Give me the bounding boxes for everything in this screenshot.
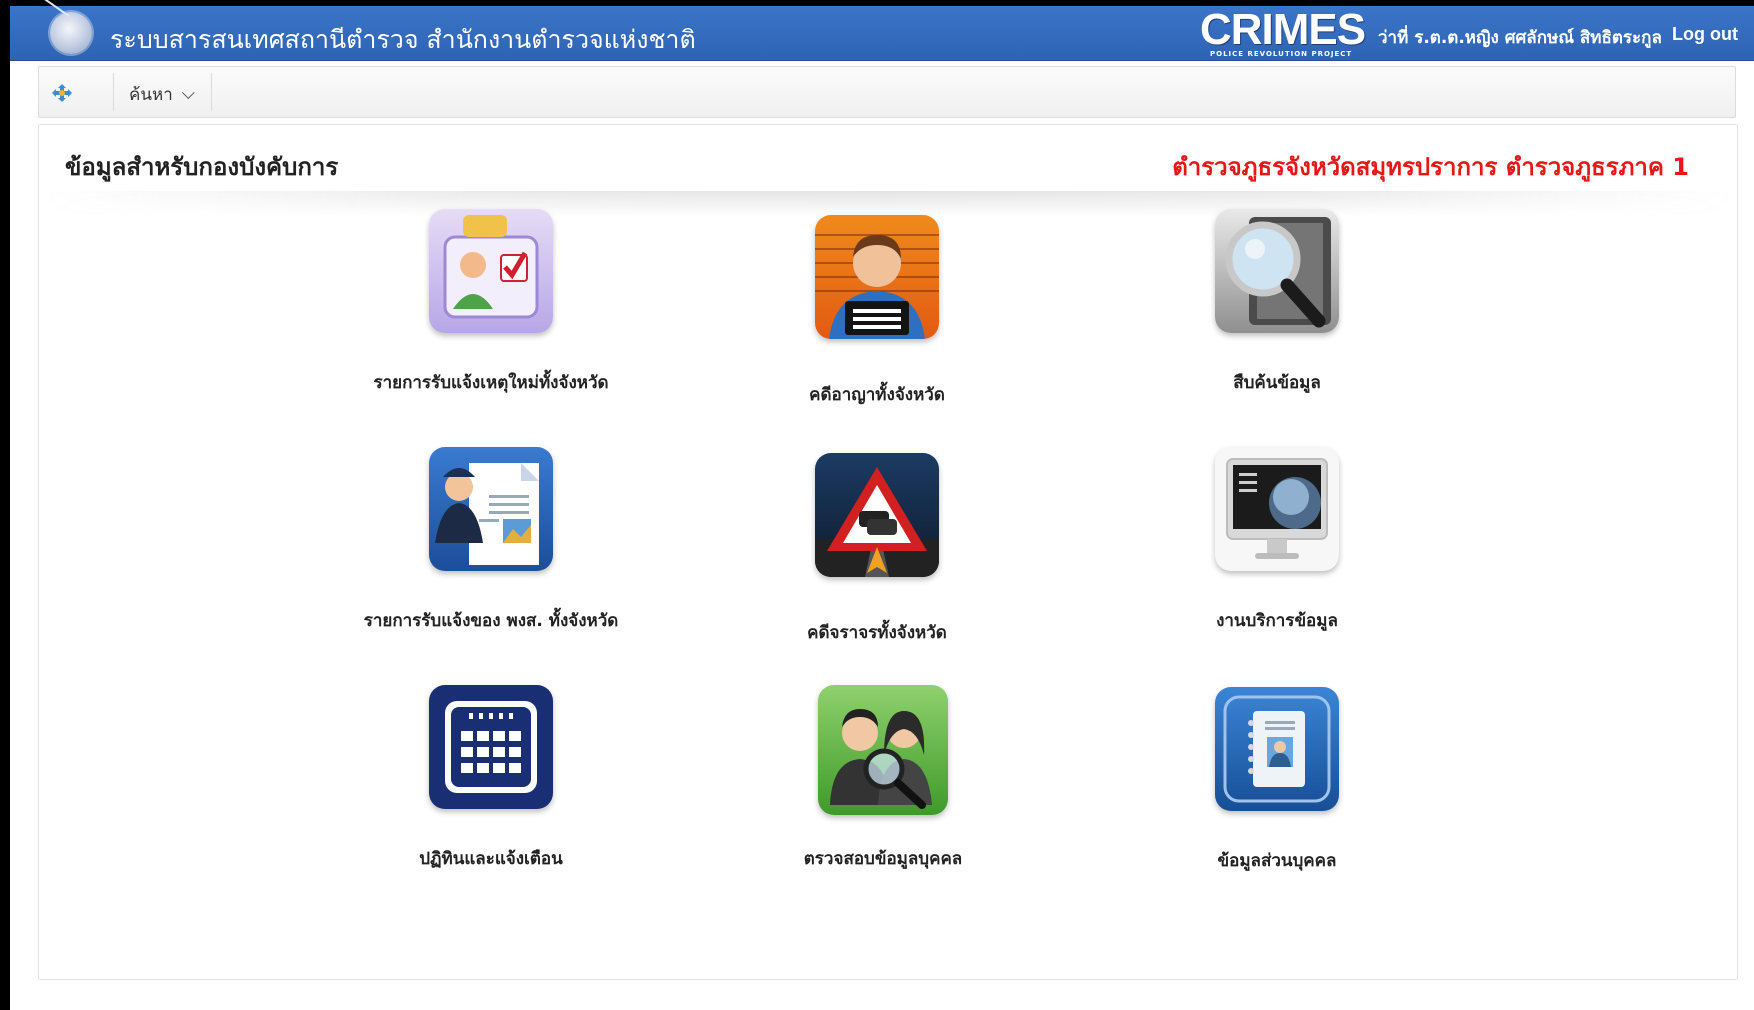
brand-subtitle: POLICE REVOLUTION PROJECT (1210, 50, 1353, 58)
tile-label: สืบค้นข้อมูล (1233, 373, 1321, 393)
tile-person-check[interactable]: ตรวจสอบข้อมูลบุคคล (713, 685, 1053, 872)
app-title: ระบบสารสนเทศสถานีตำรวจ สำนักงานตำรวจแห่ง… (110, 25, 696, 54)
main-panel: ข้อมูลสำหรับกองบังคับการ ตำรวจภูธรจังหวั… (38, 124, 1738, 980)
nav-separator (113, 73, 114, 111)
tile-personal-info[interactable]: ข้อมูลส่วนบุคคล (1107, 687, 1447, 874)
tile-label: ตรวจสอบข้อมูลบุคคล (803, 849, 963, 869)
tile-label: ข้อมูลส่วนบุคคล (1217, 851, 1337, 871)
tile-label: รายการรับแจ้งของ พงส. ทั้งจังหวัด (363, 611, 619, 631)
window-frame-left (0, 0, 10, 1010)
computer-monitor-icon (1215, 447, 1339, 571)
nav-separator (211, 73, 212, 111)
tile-traffic-cases[interactable]: คดีจราจรทั้งจังหวัด (707, 453, 1047, 646)
search-menu[interactable]: ค้นหา (129, 81, 195, 108)
tile-calendar-alerts[interactable]: ปฏิทินและแจ้งเตือน (321, 685, 661, 872)
tile-new-reports[interactable]: รายการรับแจ้งเหตุใหม่ทั้งจังหวัด (321, 209, 661, 396)
officer-report-icon (429, 447, 553, 571)
search-magnifier-icon (1215, 209, 1339, 333)
tile-label: รายการรับแจ้งเหตุใหม่ทั้งจังหวัด (373, 373, 609, 393)
tile-label: ปฏิทินและแจ้งเตือน (419, 849, 563, 869)
crimes-logo: CRIMES POLICE REVOLUTION PROJECT (1200, 5, 1366, 59)
person-search-icon (818, 685, 948, 815)
chevron-down-icon (181, 86, 195, 100)
id-card-icon (429, 209, 553, 333)
traffic-warning-icon (815, 453, 939, 577)
panel-divider (45, 191, 1731, 217)
tile-investigator-reports[interactable]: รายการรับแจ้งของ พงส. ทั้งจังหวัด (321, 447, 661, 634)
region-title: ตำรวจภูธรจังหวัดสมุทรปราการ ตำรวจภูธรภาค… (1172, 153, 1689, 181)
search-menu-label: ค้นหา (129, 85, 173, 105)
panel-title: ข้อมูลสำหรับกองบังคับการ (65, 153, 339, 181)
tile-label: คดีอาญาทั้งจังหวัด (809, 385, 945, 405)
current-user: ว่าที่ ร.ต.ต.หญิง ศศลักษณ์ สิทธิตระกูล (1378, 28, 1662, 48)
police-emblem-icon (50, 12, 92, 54)
tile-data-search[interactable]: สืบค้นข้อมูล (1107, 209, 1447, 396)
tile-label: งานบริการข้อมูล (1216, 611, 1338, 631)
address-book-icon (1215, 687, 1339, 811)
top-header-bar: ระบบสารสนเทศสถานีตำรวจ สำนักงานตำรวจแห่ง… (10, 6, 1754, 61)
nav-bar: ค้นหา (38, 66, 1736, 118)
tile-label: คดีจราจรทั้งจังหวัด (807, 623, 947, 643)
tile-data-services[interactable]: งานบริการข้อมูล (1107, 447, 1447, 634)
calendar-icon (429, 685, 553, 809)
tile-criminal-cases[interactable]: คดีอาญาทั้งจังหวัด (707, 215, 1047, 408)
home-puzzle-icon[interactable] (51, 82, 73, 104)
brand-name: CRIMES (1200, 5, 1366, 54)
mugshot-icon (815, 215, 939, 339)
logout-link[interactable]: Log out (1672, 24, 1738, 45)
